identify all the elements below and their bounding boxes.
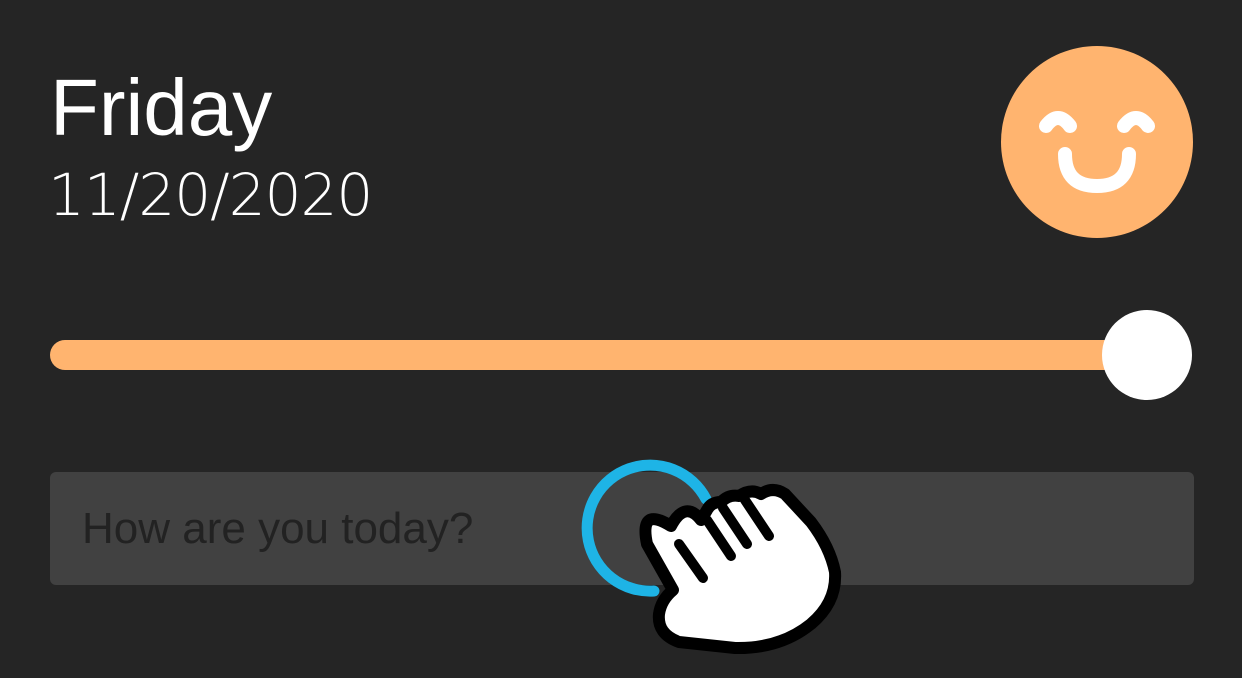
slider-fill bbox=[50, 340, 1147, 370]
mood-entry-screen: Friday 11/20/2020 bbox=[0, 0, 1242, 678]
date-label: 11/20/2020 bbox=[48, 161, 373, 229]
smiling-face-icon bbox=[1001, 46, 1193, 238]
day-title: Friday bbox=[50, 63, 273, 152]
slider-thumb[interactable] bbox=[1102, 310, 1192, 400]
mood-entry-input[interactable] bbox=[50, 472, 1194, 585]
mood-slider[interactable] bbox=[50, 310, 1192, 400]
